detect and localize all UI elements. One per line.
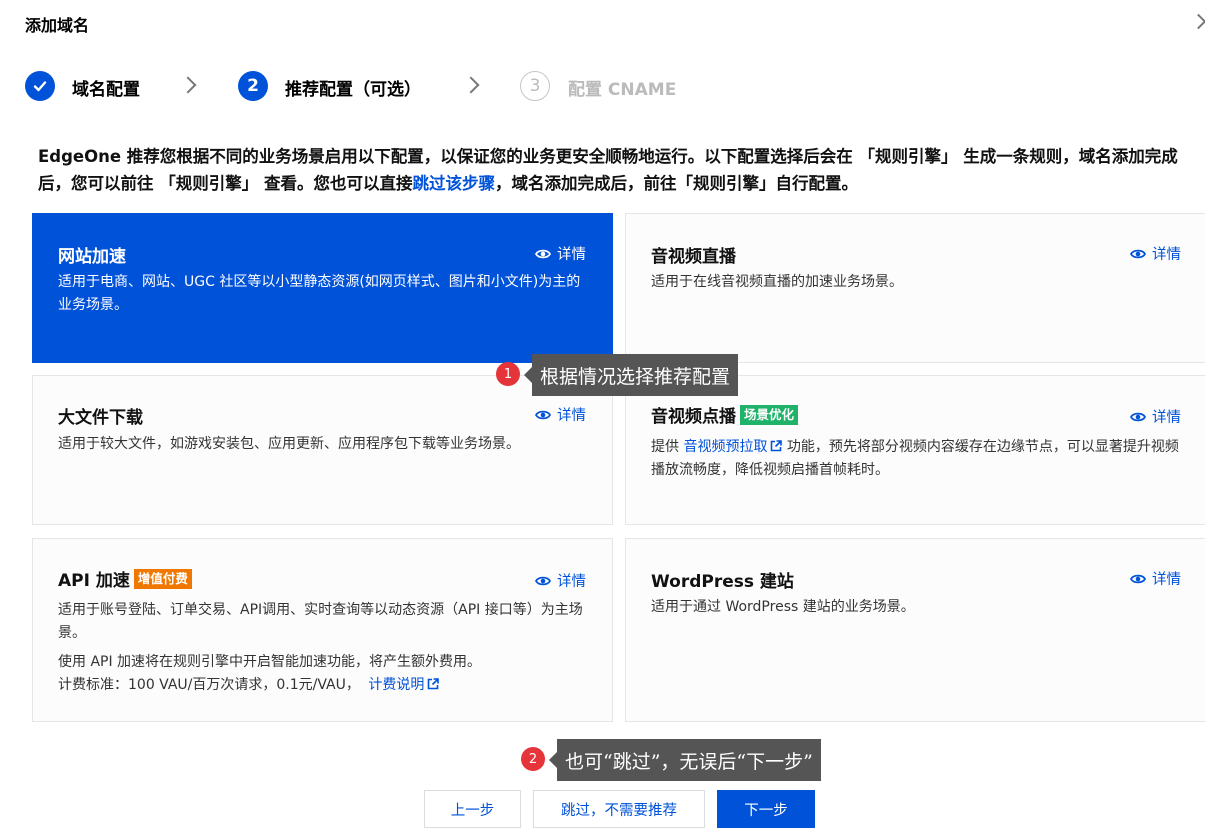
vod-desc-prefix: 提供 (651, 439, 684, 455)
card-title: WordPress 建站 (651, 572, 794, 592)
external-link-icon (771, 440, 783, 452)
video-prefetch-link[interactable]: 音视频预拉取 (683, 439, 783, 455)
card-title: 音视频直播 (651, 247, 736, 267)
next-step-button[interactable]: 下一步 (717, 790, 815, 828)
step-separator-chevron-icon (179, 76, 197, 94)
skip-no-recommend-button[interactable]: 跳过，不需要推荐 (533, 790, 705, 828)
card-desc: 适用于账号登陆、订单交易、API调用、实时查询等以动态资源（API 接口等）为主… (58, 599, 590, 697)
card-desc: 适用于电商、网站、UGC 社区等以小型静态资源(如网页样式、图片和小文件)为主的… (58, 274, 581, 313)
detail-link[interactable]: 详情 (1130, 568, 1181, 589)
card-live-streaming[interactable]: 音视频直播 详情 适用于在线音视频直播的加速业务场景。 (625, 213, 1205, 363)
detail-link[interactable]: 详情 (535, 243, 586, 264)
step-3-label: 配置 CNAME (568, 80, 677, 100)
external-link-icon (428, 678, 440, 690)
card-title: 音视频点播 (651, 407, 736, 427)
detail-label: 详情 (1152, 572, 1181, 588)
detail-label: 详情 (1152, 410, 1181, 426)
card-website-acceleration[interactable]: 网站加速 详情 适用于电商、网站、UGC 社区等以小型静态资源(如网页样式、图片… (32, 213, 613, 363)
pricing-doc-link-label: 计费说明 (368, 677, 425, 693)
scene-optimized-badge: 场景优化 (740, 404, 799, 425)
prev-step-button[interactable]: 上一步 (424, 790, 521, 828)
eye-icon (1130, 249, 1146, 258)
detail-link[interactable]: 详情 (1130, 406, 1181, 427)
step-1-check-icon (25, 71, 55, 101)
api-pricing-line: 计费标准：100 VAU/百万次请求，0.1元/VAU， 计费说明 (58, 674, 590, 697)
api-desc-line1: 适用于账号登陆、订单交易、API调用、实时查询等以动态资源（API 接口等）为主… (58, 602, 583, 641)
card-desc: 适用于通过 WordPress 建站的业务场景。 (651, 599, 915, 615)
card-video-on-demand[interactable]: 音视频点播 场景优化 详情 提供 音视频预拉取 功能，预先将部分视频内容缓存在边… (625, 375, 1205, 525)
value-added-paid-badge: 增值付费 (133, 568, 192, 589)
step-2-number: 2 (238, 71, 268, 101)
step-1-label: 域名配置 (72, 80, 140, 100)
eye-icon (535, 249, 551, 258)
card-desc: 提供 音视频预拉取 功能，预先将部分视频内容缓存在边缘节点，可以显著提升视频播放… (651, 436, 1185, 482)
detail-label: 详情 (1152, 247, 1181, 263)
step-separator-chevron-icon (462, 76, 480, 94)
card-large-file-download[interactable]: 大文件下载 详情 适用于较大文件，如游戏安装包、应用更新、应用程序包下载等业务场… (32, 375, 613, 525)
card-wordpress-site[interactable]: WordPress 建站 详情 适用于通过 WordPress 建站的业务场景。 (625, 538, 1205, 722)
annotation-number-1: 1 (496, 362, 520, 386)
collapse-chevron-icon[interactable] (1190, 13, 1205, 30)
pricing-doc-link[interactable]: 计费说明 (368, 677, 440, 693)
api-desc-line2: 使用 API 加速将在规则引擎中开启智能加速功能，将产生额外费用。 (58, 654, 482, 670)
dialog-title: 添加域名 (25, 16, 90, 35)
detail-link[interactable]: 详情 (1130, 243, 1181, 264)
tooltip-arrow (524, 367, 532, 383)
card-title: 大文件下载 (58, 408, 143, 428)
eye-icon (535, 576, 551, 585)
tooltip-arrow (549, 752, 557, 768)
step-3-number: 3 (520, 71, 550, 101)
card-title: API 加速 (58, 571, 130, 591)
card-desc: 适用于在线音视频直播的加速业务场景。 (651, 274, 903, 290)
detail-link[interactable]: 详情 (535, 570, 586, 591)
detail-link[interactable]: 详情 (535, 404, 586, 425)
card-api-acceleration[interactable]: API 加速 增值付费 详情 适用于账号登陆、订单交易、API调用、实时查询等以… (32, 538, 613, 722)
eye-icon (1130, 574, 1146, 583)
card-title: 网站加速 (58, 247, 126, 267)
skip-step-link[interactable]: 跳过该步骤 (413, 174, 496, 193)
api-pricing-text: 计费标准：100 VAU/百万次请求，0.1元/VAU， (58, 677, 360, 693)
detail-label: 详情 (557, 408, 586, 424)
detail-label: 详情 (557, 574, 586, 590)
eye-icon (535, 410, 551, 419)
card-desc: 适用于较大文件，如游戏安装包、应用更新、应用程序包下载等业务场景。 (58, 436, 520, 452)
annotation-tooltip-1: 根据情况选择推荐配置 (532, 354, 739, 396)
intro-text: EdgeOne 推荐您根据不同的业务场景启用以下配置，以保证您的业务更安全顺畅地… (38, 143, 1203, 197)
detail-label: 详情 (557, 247, 586, 263)
annotation-tooltip-2: 也可“跳过”，无误后“下一步” (557, 739, 821, 781)
video-prefetch-link-label: 音视频预拉取 (683, 439, 768, 455)
intro-text-part2: ，域名添加完成后，前往「规则引擎」自行配置。 (495, 174, 858, 193)
annotation-number-2: 2 (521, 747, 545, 771)
eye-icon (1130, 412, 1146, 421)
step-2-label: 推荐配置（可选） (285, 80, 421, 100)
